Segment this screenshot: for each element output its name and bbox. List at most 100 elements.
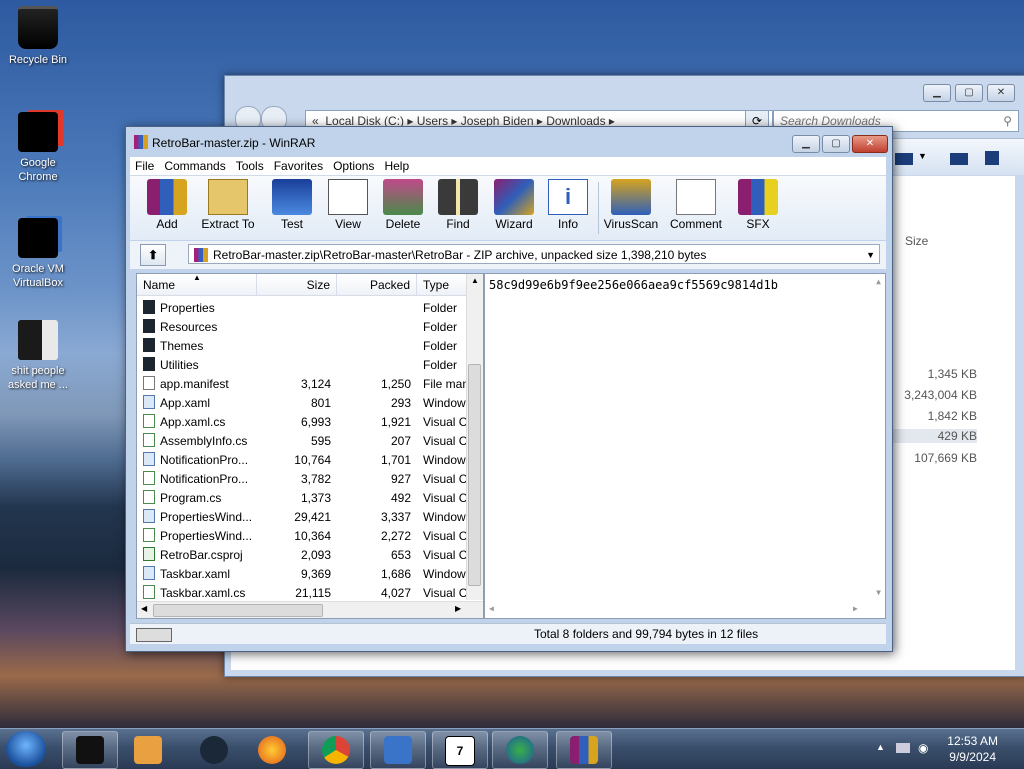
taskbar-app[interactable] [62, 731, 118, 769]
file-row[interactable]: Themes Folder [137, 337, 467, 356]
desktop-icon-folder[interactable]: shit people asked me ... [3, 320, 73, 392]
taskbar-app[interactable] [186, 731, 242, 769]
scroll-left-icon[interactable]: ◀ [141, 604, 147, 613]
desktop-icon-chrome[interactable]: Google Chrome [3, 112, 73, 184]
taskbar-app[interactable] [556, 731, 612, 769]
window-title-text: RetroBar-master.zip - WinRAR [152, 136, 316, 150]
file-row[interactable]: Resources Folder [137, 318, 467, 337]
preview-pane-icon[interactable] [950, 153, 968, 165]
extract-to-button[interactable]: Extract To [200, 179, 256, 231]
volume-icon[interactable]: ◉ [918, 741, 928, 755]
menu-options[interactable]: Options [328, 157, 379, 175]
winrar-window[interactable]: RetroBar-master.zip - WinRAR ▁ ▢ ✕ File C… [125, 126, 893, 652]
maximize-button[interactable]: ▢ [822, 135, 850, 153]
vertical-scrollbar[interactable]: ▲ [466, 274, 483, 600]
file-name: Taskbar.xaml [143, 565, 255, 584]
folder-icon [143, 319, 155, 333]
virusscan-button[interactable]: VirusScan [603, 179, 659, 231]
file-row[interactable]: PropertiesWind... 29,421 3,337 Window [137, 508, 467, 527]
file-row[interactable]: NotificationPro... 3,782 927 Visual C [137, 470, 467, 489]
scroll-up-icon[interactable]: ▲ [876, 277, 881, 286]
start-button[interactable] [6, 731, 46, 767]
taskbar-app[interactable] [244, 731, 300, 769]
file-row[interactable]: App.xaml 801 293 Window [137, 394, 467, 413]
scroll-left-icon[interactable]: ◀ [489, 604, 494, 613]
desktop-icon-virtualbox[interactable]: Oracle VM VirtualBox [3, 218, 73, 290]
file-row[interactable]: app.manifest 3,124 1,250 File man [137, 375, 467, 394]
menu-help[interactable]: Help [379, 157, 414, 175]
chevron-up-icon[interactable]: ▲ [876, 742, 885, 752]
maximize-button[interactable]: ▢ [955, 84, 983, 102]
file-row[interactable]: Taskbar.xaml 9,369 1,686 Window [137, 565, 467, 584]
archive-comment-pane[interactable]: 58c9d99e6b9f9ee256e066aea9cf5569c9814d1b… [484, 273, 886, 619]
delete-button[interactable]: Delete [375, 179, 431, 231]
column-header-name[interactable]: Name ▲ [137, 274, 257, 296]
chevron-down-icon[interactable]: ▼ [866, 245, 875, 265]
clock[interactable]: 12:53 AM 9/9/2024 [947, 733, 998, 765]
taskbar-app[interactable] [308, 731, 364, 769]
chrome-icon [18, 112, 58, 152]
taskbar-app[interactable] [370, 731, 426, 769]
file-row[interactable]: Utilities Folder [137, 356, 467, 375]
up-folder-button[interactable]: ⬆ [140, 244, 166, 266]
scrollbar-thumb[interactable] [153, 604, 323, 617]
path-bar: ⬆ RetroBar-master.zip\RetroBar-master\Re… [130, 241, 886, 269]
scroll-right-icon[interactable]: ▶ [455, 604, 461, 613]
taskbar-app[interactable]: 7 [432, 731, 488, 769]
comment-button[interactable]: Comment [668, 179, 724, 231]
file-list[interactable]: Name ▲ Size Packed Type Properties Folder R… [136, 273, 484, 619]
scroll-down-icon[interactable]: ▼ [876, 588, 881, 597]
close-button[interactable]: ✕ [987, 84, 1015, 102]
column-header-size[interactable]: Size [905, 234, 928, 248]
sfx-button[interactable]: SFX [730, 179, 786, 231]
desktop-icon-recycle-bin[interactable]: Recycle Bin [3, 6, 73, 67]
test-button[interactable]: Test [264, 179, 320, 231]
info-button[interactable]: i Info [540, 179, 596, 231]
file-row[interactable]: RetroBar.csproj 2,093 653 Visual C [137, 546, 467, 565]
add-button[interactable]: Add [139, 179, 195, 231]
minimize-button[interactable]: ▁ [923, 84, 951, 102]
view-options-icon[interactable] [895, 153, 913, 165]
idm-icon [506, 736, 534, 764]
file-packed: 492 [390, 491, 411, 505]
column-header-type[interactable]: Type [417, 274, 467, 296]
folder-icon [143, 357, 155, 371]
file-row[interactable]: AssemblyInfo.cs 595 207 Visual C [137, 432, 467, 451]
minimize-button[interactable]: ▁ [792, 135, 820, 153]
file-row[interactable]: Properties Folder [137, 299, 467, 318]
scroll-up-icon[interactable]: ▲ [471, 276, 479, 285]
horizontal-scrollbar[interactable]: ◀ ▶ [137, 601, 483, 618]
network-icon[interactable] [896, 743, 910, 753]
scrollbar-thumb[interactable] [468, 364, 481, 586]
file-name: Resources [143, 318, 255, 337]
file-name: RetroBar.csproj [143, 546, 255, 565]
file-row[interactable]: App.xaml.cs 6,993 1,921 Visual C [137, 413, 467, 432]
file-name: PropertiesWind... [143, 527, 255, 546]
find-button[interactable]: Find [430, 179, 486, 231]
column-header-size[interactable]: Size [257, 274, 337, 296]
help-icon[interactable] [985, 151, 999, 165]
view-button[interactable]: View [320, 179, 376, 231]
wizard-button[interactable]: Wizard [486, 179, 542, 231]
menu-file[interactable]: File [130, 157, 159, 175]
virusscan-label: VirusScan [603, 217, 659, 231]
scroll-right-icon[interactable]: ▶ [853, 604, 858, 613]
file-name: Themes [143, 337, 255, 356]
chevron-down-icon[interactable]: ▼ [918, 151, 927, 161]
drive-key-icon[interactable] [136, 628, 172, 642]
taskbar-app[interactable] [492, 731, 548, 769]
view-book-icon [328, 179, 368, 215]
file-row[interactable]: NotificationPro... 10,764 1,701 Window [137, 451, 467, 470]
menu-tools[interactable]: Tools [231, 157, 269, 175]
taskbar-app[interactable] [120, 731, 176, 769]
file-packed: 1,701 [380, 453, 411, 467]
path-dropdown[interactable]: RetroBar-master.zip\RetroBar-master\Retr… [188, 244, 880, 264]
close-button[interactable]: ✕ [852, 135, 888, 153]
file-row[interactable]: Program.cs 1,373 492 Visual C [137, 489, 467, 508]
file-row[interactable]: PropertiesWind... 10,364 2,272 Visual C [137, 527, 467, 546]
menu-commands[interactable]: Commands [159, 157, 230, 175]
sfx-label: SFX [746, 217, 770, 231]
file-packed: 1,686 [380, 567, 411, 581]
column-header-packed[interactable]: Packed [337, 274, 417, 296]
menu-favorites[interactable]: Favorites [269, 157, 328, 175]
